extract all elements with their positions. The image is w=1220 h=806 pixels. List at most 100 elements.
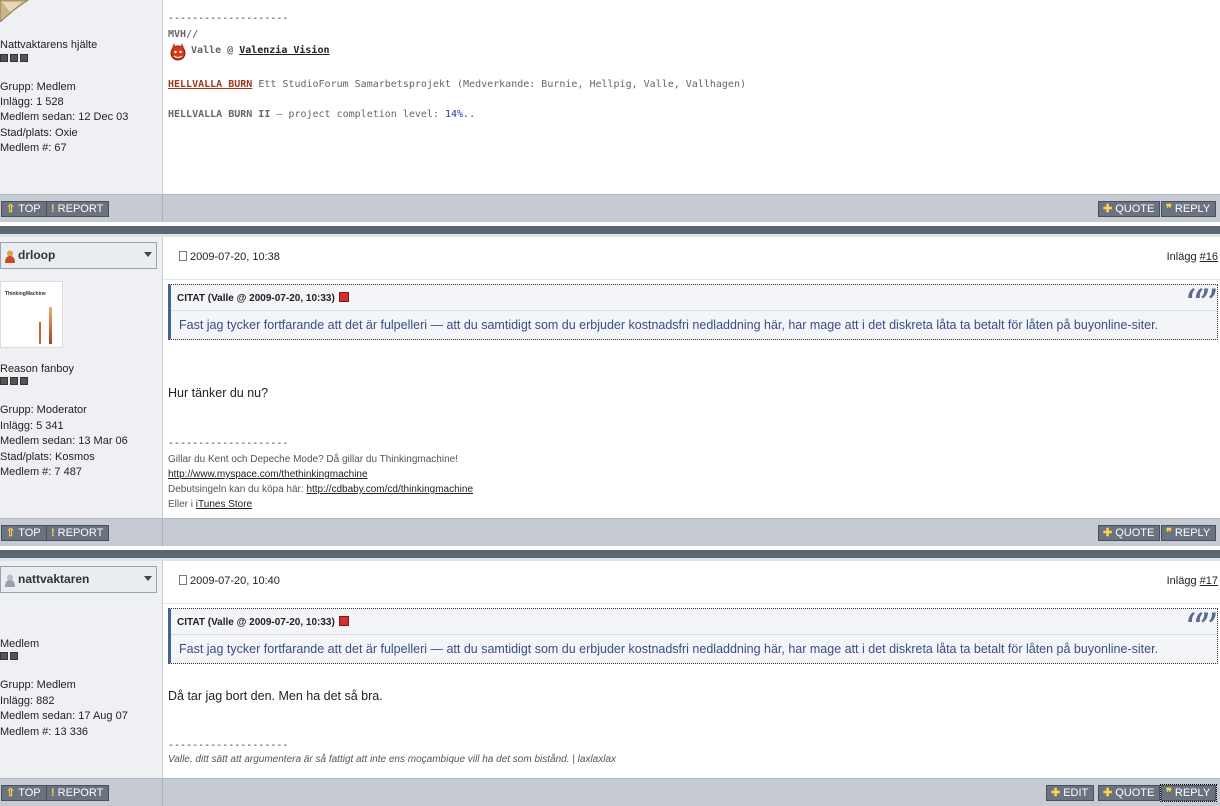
devil-smiley-icon [170,43,186,61]
post-1-sidebar: Nattvaktarens hjälte Grupp: Medlem Inläg… [0,0,163,194]
user-post-count: Inlägg: 5 341 [0,420,64,432]
user-group: Grupp: Medlem [0,81,76,93]
edit-button[interactable]: ✚ EDIT [1046,785,1095,801]
jump-to-quote-icon[interactable] [338,616,349,626]
post-number-label: Inlägg [1166,251,1197,263]
avatar-text: ThinkingMachine [5,291,46,297]
myspace-link[interactable]: http://www.myspace.com/thethinkingmachin… [168,469,368,480]
post-number-label: Inlägg [1166,575,1197,587]
post-1: Nattvaktarens hjälte Grupp: Medlem Inläg… [0,0,1220,194]
reply-button[interactable]: ❞ REPLY [1159,784,1218,802]
quote-button[interactable]: ✚ QUOTE [1098,201,1161,217]
top-button[interactable]: ⇧ TOP [1,201,47,217]
post-number: Inlägg #17 [1167,575,1218,587]
top-button-label: TOP [18,527,41,539]
post-1-content: -------------------- MVH// Valle @ Valen… [163,0,1220,194]
arrow-up-icon: ⇧ [6,787,16,799]
quote-block: CITAT (Valle @ 2009-07-20, 10:33) “” Fas… [168,606,1219,664]
itunes-link[interactable]: iTunes Store [196,499,252,510]
quote-button-label: QUOTE [1115,527,1155,539]
edit-button-label: EDIT [1063,787,1089,799]
top-button[interactable]: ⇧ TOP [1,525,47,541]
post-permalink[interactable]: #17 [1200,575,1218,587]
rank-pips [0,652,18,660]
top-button[interactable]: ⇧ TOP [1,785,47,801]
document-icon [179,251,187,261]
post-3-action-bar: ⇧ TOP ! REPORT ✚ EDIT ✚ QUOTE ❞ REPLY [0,778,1220,806]
hellvalla-burn-2-text: — project completion level: [276,109,439,120]
report-button[interactable]: ! REPORT [46,525,110,541]
user-title: Nattvaktarens hjälte [0,39,98,51]
exclamation-icon: ! [51,787,55,799]
post-date: 2009-07-20, 10:38 [190,251,280,263]
avatar-star-icon [0,0,29,22]
quote-marks-icon: ❞ [1166,527,1172,539]
document-icon [179,575,187,585]
user-member-since: Medlem sedan: 17 Aug 07 [0,710,128,722]
exclamation-icon: ! [51,527,55,539]
signature-valle: Valle @ [191,45,234,56]
post-date-wrap: 2009-07-20, 10:40 [179,575,280,587]
report-button[interactable]: ! REPORT [46,201,110,217]
signature-divider: -------------------- [168,13,289,24]
signature-line-4: Eller i iTunes Store [168,499,252,510]
post-1-action-bar: ⇧ TOP ! REPORT ✚ QUOTE ❞ REPLY [0,194,1220,222]
chevron-down-icon [144,252,152,257]
arrow-up-icon: ⇧ [6,203,16,215]
signature-line-4-prefix: Eller i [168,499,194,510]
chevron-down-icon [144,576,152,581]
plus-icon: ✚ [1103,527,1113,539]
signature-line-1: Valle, ditt sätt att argumentera är så f… [168,754,617,765]
user-title: Reason fanboy [0,363,74,375]
cdbaby-link[interactable]: http://cdbaby.com/cd/thinkingmachine [306,484,473,495]
report-button[interactable]: ! REPORT [46,785,110,801]
user-offline-icon [5,574,15,587]
valenzia-vision-link[interactable]: Valenzia Vision [239,45,329,56]
user-post-count: Inlägg: 882 [0,695,55,707]
reply-button[interactable]: ❞ REPLY [1161,201,1217,217]
signature-line-3-prefix: Debutsingeln kan du köpa här: [168,484,304,495]
quote-button-label: QUOTE [1115,787,1155,799]
user-title: Medlem [0,638,40,650]
quote-header: CITAT (Valle @ 2009-07-20, 10:33) [177,617,335,628]
quote-header-wrap: CITAT (Valle @ 2009-07-20, 10:33) [177,616,349,628]
forum-thread: Nattvaktarens hjälte Grupp: Medlem Inläg… [0,0,1220,806]
top-button-label: TOP [18,203,41,215]
top-button-label: TOP [18,787,41,799]
rank-pips [0,377,28,385]
hellvalla-burn-link[interactable]: HELLVALLA BURN [168,79,252,90]
quote-header-wrap: CITAT (Valle @ 2009-07-20, 10:33) [177,292,349,304]
quote-button[interactable]: ✚ QUOTE [1098,785,1161,801]
post-body: Hur tänker du nu? [168,386,269,400]
quote-block: CITAT (Valle @ 2009-07-20, 10:33) “” Fas… [168,282,1219,340]
jump-to-quote-icon[interactable] [338,292,349,302]
post-separator [0,226,1220,234]
post-permalink[interactable]: #16 [1200,251,1218,263]
quote-button-label: QUOTE [1115,203,1155,215]
user-member-since: Medlem sedan: 13 Mar 06 [0,435,128,447]
user-menu-drloop[interactable]: drloop [0,242,157,269]
quote-button[interactable]: ✚ QUOTE [1098,525,1161,541]
user-location: Stad/plats: Kosmos [0,451,95,463]
quote-mark-icon: “” [1184,606,1219,652]
user-member-number: Medlem #: 67 [0,142,67,154]
user-menu-nattvaktaren[interactable]: nattvaktaren [0,566,157,593]
reply-button[interactable]: ❞ REPLY [1161,525,1217,541]
user-member-number: Medlem #: 7 487 [0,466,82,478]
user-post-count: Inlägg: 1 528 [0,96,64,108]
exclamation-icon: ! [51,203,55,215]
username: nattvaktaren [18,572,90,586]
hellvalla-burn-2-percent: 14%.. [444,109,476,120]
plus-icon: ✚ [1103,203,1113,215]
user-group: Grupp: Medlem [0,679,76,691]
signature-mvh: MVH// [168,29,199,40]
signature-line-3: Debutsingeln kan du köpa här: http://cdb… [168,484,473,495]
plus-icon: ✚ [1103,787,1113,799]
rank-pips [0,54,28,62]
quote-mark-icon: “” [1184,282,1219,328]
post-separator [0,550,1220,558]
post-2-header: 2009-07-20, 10:38 Inlägg #16 [163,237,1220,280]
reply-button-label: REPLY [1174,203,1211,215]
post-3-header: 2009-07-20, 10:40 Inlägg #17 [163,561,1220,604]
report-button-label: REPORT [57,203,104,215]
